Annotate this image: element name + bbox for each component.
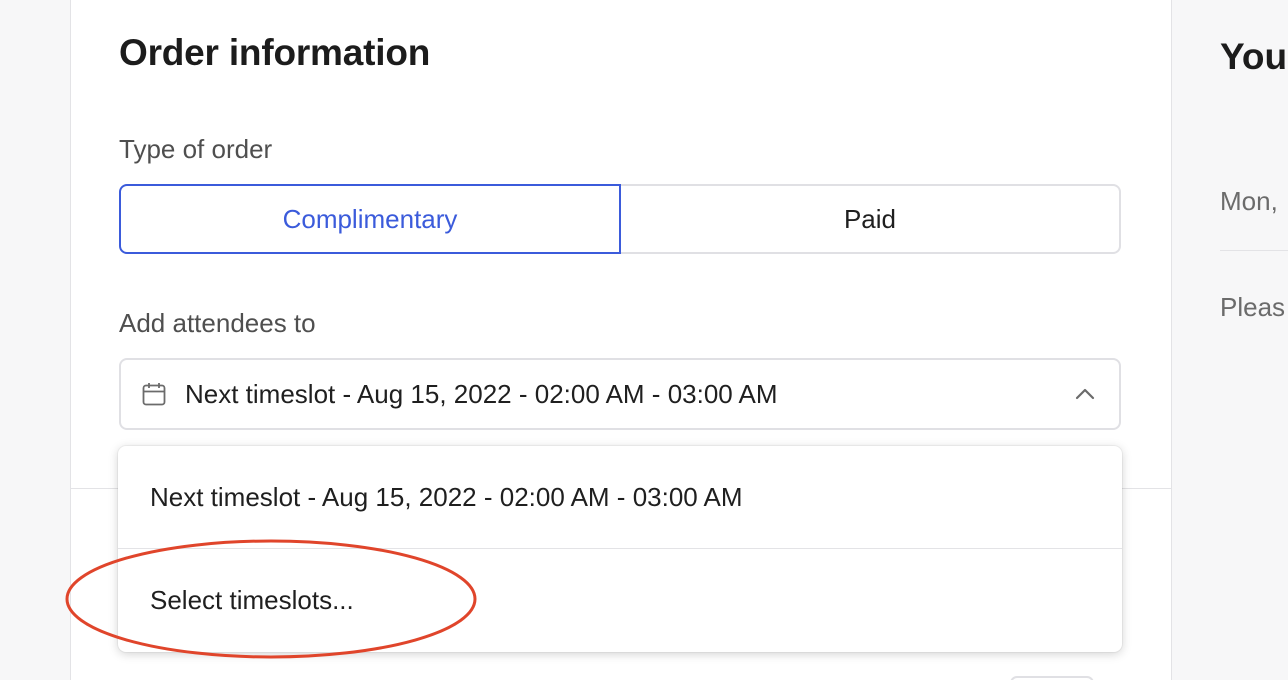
dropdown-option-next-timeslot[interactable]: Next timeslot - Aug 15, 2022 - 02:00 AM … (118, 446, 1122, 549)
timeslot-select[interactable]: Next timeslot - Aug 15, 2022 - 02:00 AM … (119, 358, 1121, 430)
order-type-label: Type of order (119, 134, 273, 164)
side-panel-divider (1220, 250, 1288, 251)
partial-button[interactable] (1010, 676, 1094, 680)
chevron-up-icon[interactable] (1073, 382, 1097, 406)
page: Order information Type of order Complime… (0, 0, 1288, 680)
dropdown-option-select-timeslots[interactable]: Select timeslots... (118, 549, 1122, 651)
side-panel-title: You (1220, 36, 1288, 77)
calendar-icon (141, 381, 167, 407)
side-panel-note: Pleas (1220, 292, 1286, 322)
paid-option[interactable]: Paid (621, 184, 1121, 254)
timeslot-dropdown-menu: Next timeslot - Aug 15, 2022 - 02:00 AM … (118, 446, 1122, 652)
complimentary-option[interactable]: Complimentary (119, 184, 621, 254)
attendees-label: Add attendees to (119, 308, 316, 338)
side-panel-date: Mon, (1220, 186, 1278, 216)
order-type-toggle: Complimentary Paid (119, 184, 1121, 254)
timeslot-select-value: Next timeslot - Aug 15, 2022 - 02:00 AM … (185, 378, 778, 409)
page-title: Order information (119, 32, 431, 73)
